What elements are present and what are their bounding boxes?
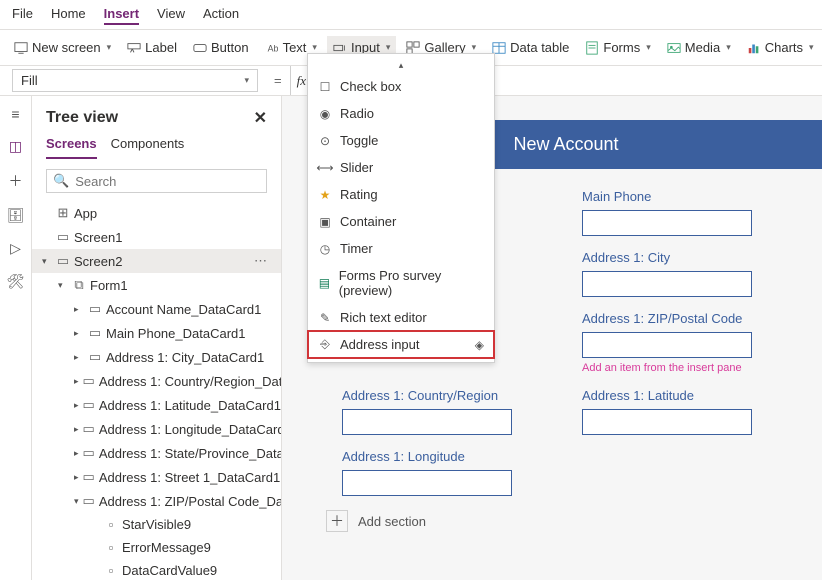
tree-card-7[interactable]: ▸▭Address 1: Street 1_DataCard1 <box>32 465 281 489</box>
rail-data-icon[interactable]: 🗄 <box>7 207 25 224</box>
field-label: Main Phone <box>582 189 782 204</box>
rail-add-icon[interactable]: ＋ <box>9 171 23 191</box>
tree-panel: Tree view ✕ Screens Components 🔍 ⊞App▭Sc… <box>32 96 282 580</box>
menu-item-rich-text-editor[interactable]: ✎Rich text editor <box>308 304 494 331</box>
plus-icon: ＋ <box>326 510 348 532</box>
tree-title: Tree view <box>46 109 118 127</box>
tree-card-2[interactable]: ▸▭Address 1: City_DataCard1 <box>32 345 281 369</box>
menu-item-check-box[interactable]: ☐Check box <box>308 73 494 100</box>
menu-file[interactable]: File <box>12 4 33 25</box>
rail-tree-icon[interactable]: ≡ <box>11 106 19 122</box>
tree-child-0[interactable]: ▫StarVisible9 <box>32 513 281 536</box>
close-icon[interactable]: ✕ <box>254 108 267 128</box>
menu-item-rating[interactable]: ★Rating <box>308 181 494 208</box>
field-input[interactable] <box>582 210 752 236</box>
menu-item-icon: ★ <box>318 188 332 202</box>
field-l-0: Address 1: Country/Region <box>342 388 542 435</box>
forms-button[interactable]: Forms▾ <box>579 36 656 59</box>
data-table-button[interactable]: Data table <box>486 36 575 59</box>
tree-card-4[interactable]: ▸▭Address 1: Latitude_DataCard1 <box>32 393 281 417</box>
menu-home[interactable]: Home <box>51 4 86 25</box>
charts-button[interactable]: Charts▾ <box>741 36 820 59</box>
tree-form1[interactable]: ▾⧉Form1 <box>32 273 281 297</box>
menu-item-icon: ☐ <box>318 80 332 94</box>
field-r-1: Address 1: City <box>582 250 782 297</box>
text-icon: Ab <box>265 41 279 55</box>
field-input[interactable] <box>342 470 512 496</box>
menu-item-icon: ⎆ <box>318 337 332 352</box>
label-icon <box>127 41 141 55</box>
field-label: Address 1: Latitude <box>582 388 782 403</box>
menu-bar: File Home Insert View Action <box>0 0 822 30</box>
button-icon <box>193 41 207 55</box>
menu-item-address-input[interactable]: ⎆Address input◈ <box>308 331 494 358</box>
menu-item-icon: ▤ <box>318 276 331 290</box>
field-label: Address 1: Country/Region <box>342 388 542 403</box>
menu-item-forms-pro-survey-preview-[interactable]: ▤Forms Pro survey (preview) <box>308 262 494 304</box>
field-input[interactable] <box>342 409 512 435</box>
tree-card-1[interactable]: ▸▭Main Phone_DataCard1 <box>32 321 281 345</box>
field-l-1: Address 1: Longitude <box>342 449 542 496</box>
menu-insert[interactable]: Insert <box>104 4 139 25</box>
tree-card-8[interactable]: ▾▭Address 1: ZIP/Postal Code_DataCard1 <box>32 489 281 513</box>
tab-components[interactable]: Components <box>111 136 185 159</box>
add-section-button[interactable]: ＋ Add section <box>282 496 822 532</box>
search-icon: 🔍 <box>53 173 69 189</box>
field-label: Address 1: Longitude <box>342 449 542 464</box>
menu-item-icon: ◉ <box>318 107 332 121</box>
charts-icon <box>747 41 761 55</box>
field-label: Address 1: ZIP/Postal Code <box>582 311 782 326</box>
tree-child-2[interactable]: ▫DataCardValue9 <box>32 559 281 580</box>
menu-scroll-up[interactable]: ▴ <box>308 58 494 73</box>
rail-layers-icon[interactable]: ◫ <box>9 138 22 155</box>
input-dropdown-menu: ▴ ☐Check box◉Radio⊙Toggle⟷Slider★Rating▣… <box>307 53 495 363</box>
tab-screens[interactable]: Screens <box>46 136 97 159</box>
media-button[interactable]: Media▾ <box>661 36 737 59</box>
menu-item-icon: ✎ <box>318 311 332 325</box>
menu-item-icon: ⟷ <box>318 161 332 175</box>
field-r-2: Address 1: ZIP/Postal Code Add an item fr… <box>582 311 782 374</box>
rail-advanced-icon[interactable]: 🛠 <box>7 273 25 290</box>
field-input[interactable] <box>582 409 752 435</box>
menu-item-radio[interactable]: ◉Radio <box>308 100 494 127</box>
rail-media-icon[interactable]: ▷ <box>10 240 21 257</box>
tree-child-1[interactable]: ▫ErrorMessage9 <box>32 536 281 559</box>
field-hint: Add an item from the insert pane <box>582 362 782 374</box>
premium-icon: ◈ <box>475 338 484 352</box>
tree-card-3[interactable]: ▸▭Address 1: Country/Region_DataCard1 <box>32 369 281 393</box>
label-button[interactable]: Label <box>121 36 183 59</box>
tree-card-0[interactable]: ▸▭Account Name_DataCard1 <box>32 297 281 321</box>
media-icon <box>667 41 681 55</box>
left-rail: ≡ ◫ ＋ 🗄 ▷ 🛠 <box>0 96 32 580</box>
field-r-0: Main Phone <box>582 189 782 236</box>
field-input[interactable] <box>582 271 752 297</box>
menu-item-timer[interactable]: ◷Timer <box>308 235 494 262</box>
forms-icon <box>585 41 599 55</box>
equals-label: = <box>266 73 290 88</box>
new-screen-button[interactable]: New screen▾ <box>8 36 117 59</box>
field-input[interactable] <box>582 332 752 358</box>
button-button[interactable]: Button <box>187 36 255 59</box>
menu-action[interactable]: Action <box>203 4 239 25</box>
field-label: Address 1: City <box>582 250 782 265</box>
svg-text:Ab: Ab <box>267 43 278 53</box>
menu-item-icon: ◷ <box>318 242 332 256</box>
menu-view[interactable]: View <box>157 4 185 25</box>
menu-item-icon: ▣ <box>318 215 332 229</box>
field-r-3: Address 1: Latitude <box>582 388 782 435</box>
screen-icon <box>14 41 28 55</box>
menu-item-icon: ⊙ <box>318 134 332 148</box>
tree-card-6[interactable]: ▸▭Address 1: State/Province_DataCard1 <box>32 441 281 465</box>
tree-card-5[interactable]: ▸▭Address 1: Longitude_DataCard1 <box>32 417 281 441</box>
tree-app[interactable]: ⊞App <box>32 201 281 225</box>
tree-screen1[interactable]: ▭Screen1 <box>32 225 281 249</box>
menu-item-container[interactable]: ▣Container <box>308 208 494 235</box>
property-select[interactable]: Fill▾ <box>12 69 258 92</box>
search-input[interactable]: 🔍 <box>46 169 267 193</box>
menu-item-toggle[interactable]: ⊙Toggle <box>308 127 494 154</box>
tree-screen2[interactable]: ▾▭Screen2⋯ <box>32 249 281 273</box>
menu-item-slider[interactable]: ⟷Slider <box>308 154 494 181</box>
